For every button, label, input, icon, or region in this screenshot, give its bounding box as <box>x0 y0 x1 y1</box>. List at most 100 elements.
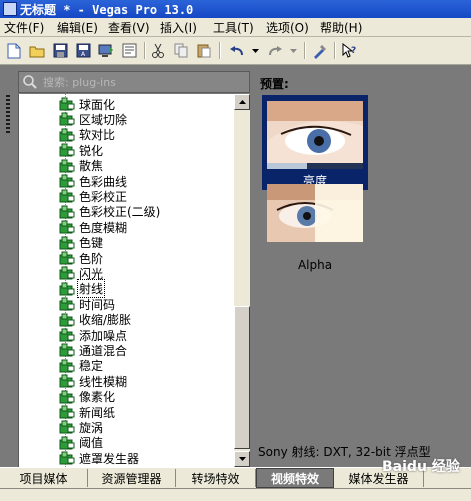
status-strip <box>0 488 471 501</box>
save-as-icon[interactable]: A <box>74 42 92 59</box>
tree-item[interactable]: 稳定 <box>59 358 104 374</box>
scroll-up-button[interactable] <box>234 94 250 110</box>
video-fx-window: 球面化区域切除软对比锐化散焦色彩曲线色彩校正色彩校正(二级)色度模糊色键色阶闪光… <box>0 65 471 467</box>
preset-thumbnail <box>267 184 363 252</box>
menu-help[interactable]: 帮助(H) <box>320 19 362 36</box>
arrow-down-icon <box>238 457 246 461</box>
tree-item[interactable]: 色键 <box>59 235 104 251</box>
plugin-icon <box>59 97 76 111</box>
toolbar-separator <box>334 42 336 59</box>
tree-item[interactable]: 旋涡 <box>59 419 104 435</box>
plugin-icon <box>59 189 76 203</box>
tree-item[interactable]: 像素化 <box>59 389 116 405</box>
tree-item[interactable]: 区域切除 <box>59 111 128 127</box>
tab-video-fx[interactable]: 视频特效 <box>256 468 334 488</box>
plugin-icon <box>59 374 76 388</box>
render-icon[interactable] <box>97 42 115 59</box>
presets-label: 预置: <box>260 77 289 91</box>
tree-scrollbar[interactable] <box>234 94 250 467</box>
tree-item[interactable]: 锐化 <box>59 142 104 158</box>
plugin-icon <box>59 282 76 296</box>
scroll-down-button[interactable] <box>234 451 250 467</box>
window-title: 无标题 * - Vegas Pro 13.0 <box>20 3 194 17</box>
plugin-icon <box>59 174 76 188</box>
tree-item[interactable]: 射线 <box>59 279 106 299</box>
cut-icon[interactable] <box>149 42 167 59</box>
tree-item[interactable]: 遮罩发生器 <box>59 450 140 466</box>
tree-item[interactable]: 新闻纸 <box>59 404 116 420</box>
tree-item[interactable]: 球面化 <box>59 96 116 112</box>
preset-brightness[interactable]: 亮度 <box>262 95 368 190</box>
menu-tools[interactable]: 工具(T) <box>213 19 254 36</box>
new-icon[interactable] <box>5 42 23 59</box>
menu-file[interactable]: 文件(F) <box>4 19 44 36</box>
copy-icon[interactable] <box>172 42 190 59</box>
plugin-icon <box>59 143 76 157</box>
plugin-icon <box>59 205 76 219</box>
plugin-icon <box>59 451 76 465</box>
open-icon[interactable] <box>28 42 46 59</box>
tab-explorer[interactable]: 资源管理器 <box>88 469 176 487</box>
plugin-icon <box>59 436 76 450</box>
toolbar-separator <box>144 42 146 59</box>
plugin-icon <box>59 420 76 434</box>
preset-alpha[interactable]: Alpha <box>262 180 368 280</box>
whats-this-icon[interactable]: ? <box>340 42 358 59</box>
dock-grip[interactable] <box>6 95 10 135</box>
arrow-up-icon <box>238 100 246 104</box>
tree-item[interactable]: 散焦 <box>59 158 104 174</box>
toolbar-separator <box>219 42 221 59</box>
plugin-icon <box>59 128 76 142</box>
undo-icon[interactable] <box>228 42 246 59</box>
tab-project-media[interactable]: 项目媒体 <box>0 469 88 487</box>
search-box[interactable] <box>18 71 250 93</box>
search-icon <box>23 75 37 89</box>
toolbar: A ? <box>0 37 471 65</box>
preset-panel: 预置: 亮度 Alpha Sony 射线: DXT, 32-bit 浮点型 <box>252 65 471 467</box>
svg-text:?: ? <box>351 46 356 56</box>
tree-item[interactable]: 色彩曲线 <box>59 173 128 189</box>
tree-item[interactable]: 收缩/膨胀 <box>59 312 132 328</box>
plugin-icon <box>59 220 76 234</box>
plugin-icon <box>59 405 76 419</box>
tree-item[interactable]: 软对比 <box>59 127 116 143</box>
tree-item[interactable]: 色彩校正(二级) <box>59 204 161 220</box>
plugin-icon <box>59 159 76 173</box>
redo-icon[interactable] <box>266 42 284 59</box>
tree-item[interactable]: 阈值 <box>59 435 104 451</box>
toolbar-separator <box>304 42 306 59</box>
enable-snapping-icon[interactable] <box>311 42 329 59</box>
plugin-icon <box>59 112 76 126</box>
plugin-icon <box>59 313 76 327</box>
scroll-thumb[interactable] <box>234 306 250 449</box>
plugin-icon <box>59 251 76 265</box>
menu-edit[interactable]: 编辑(E) <box>57 19 98 36</box>
tree-item[interactable]: 添加噪点 <box>59 327 128 343</box>
plugin-icon <box>59 266 76 280</box>
search-input[interactable] <box>43 73 243 91</box>
properties-icon[interactable] <box>120 42 138 59</box>
plugin-icon <box>59 343 76 357</box>
tree-item[interactable]: 时间码 <box>59 296 116 312</box>
redo-dropdown-icon[interactable] <box>288 42 298 59</box>
tree-item[interactable]: 色阶 <box>59 250 104 266</box>
tree-item[interactable]: 线性模糊 <box>59 373 128 389</box>
plugin-icon <box>59 236 76 250</box>
tree-item[interactable]: 通道混合 <box>59 342 128 358</box>
tab-transitions[interactable]: 转场特效 <box>176 469 256 487</box>
tree-item[interactable]: 色彩校正 <box>59 188 128 204</box>
paste-icon[interactable] <box>195 42 213 59</box>
preset-thumbnail <box>267 101 363 169</box>
plugin-tree: 球面化 区域切除 软对比 锐化 散焦 色彩曲线 色彩校正 色彩校正(二级) 色度模糊 色键 色阶 闪光… <box>18 94 250 467</box>
plugin-icon <box>59 297 76 311</box>
menu-view[interactable]: 查看(V) <box>108 19 150 36</box>
preset-name: Alpha <box>297 258 333 272</box>
tree-item[interactable]: 闪光 <box>59 265 104 281</box>
undo-dropdown-icon[interactable] <box>250 42 260 59</box>
menu-options[interactable]: 选项(O) <box>266 19 309 36</box>
app-icon <box>3 2 17 16</box>
plugin-icon <box>59 359 76 373</box>
save-icon[interactable] <box>51 42 69 59</box>
menu-insert[interactable]: 插入(I) <box>160 19 197 36</box>
tree-item[interactable]: 色度模糊 <box>59 219 128 235</box>
